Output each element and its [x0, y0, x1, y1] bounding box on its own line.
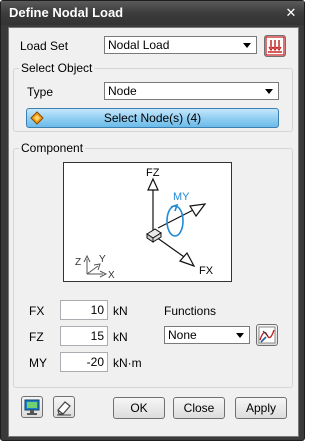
node-select-icon	[30, 111, 44, 125]
title-bar[interactable]: Define Nodal Load ✕	[1, 1, 304, 25]
chevron-down-icon	[236, 333, 244, 338]
chevron-down-icon	[243, 43, 251, 48]
dialog-window: Define Nodal Load ✕ Load Set Nodal Load …	[0, 0, 305, 441]
type-value: Node	[108, 84, 137, 98]
functions-label: Functions	[164, 304, 217, 318]
functions-dropdown[interactable]: None	[164, 326, 250, 344]
axis-y-label: Y	[99, 254, 106, 265]
eraser-button[interactable]	[53, 396, 75, 418]
my-unit: kN·m	[113, 356, 142, 370]
fx-unit: kN	[113, 304, 128, 318]
display-button[interactable]	[21, 396, 43, 418]
fz-label: FZ	[29, 330, 44, 344]
load-set-manager-button[interactable]	[264, 35, 286, 57]
close-button[interactable]: Close	[173, 397, 225, 419]
chevron-down-icon	[265, 89, 273, 94]
fx-label: FX	[29, 304, 45, 318]
my-diagram-label: MY	[173, 191, 190, 203]
load-arrows-icon	[265, 36, 285, 56]
my-input[interactable]: -20	[60, 352, 108, 372]
fz-input[interactable]: 15	[60, 326, 108, 346]
type-label: Type	[27, 85, 54, 99]
function-editor-button[interactable]	[256, 324, 278, 346]
ok-button[interactable]: OK	[113, 397, 165, 419]
monitor-icon	[24, 399, 40, 415]
load-set-dropdown[interactable]: Nodal Load	[104, 36, 257, 54]
load-set-label: Load Set	[20, 39, 69, 53]
dialog-title: Define Nodal Load	[9, 5, 124, 20]
axis-z-label: Z	[75, 257, 81, 268]
close-icon[interactable]: ✕	[282, 4, 300, 21]
load-component-diagram: FZ MY FX Z Y X	[63, 162, 232, 282]
functions-value: None	[168, 328, 197, 342]
dialog-body: Load Set Nodal Load Select Object Type N…	[8, 27, 299, 437]
select-nodes-button[interactable]: Select Node(s) (4)	[26, 108, 279, 128]
select-object-title: Select Object	[19, 61, 95, 75]
component-title: Component	[19, 141, 86, 155]
axis-x-label: X	[108, 270, 115, 281]
apply-button[interactable]: Apply	[235, 397, 287, 419]
fz-diagram-label: FZ	[146, 167, 160, 179]
eraser-icon	[57, 401, 71, 416]
fx-input[interactable]: 10	[60, 300, 108, 320]
function-graph-icon	[258, 326, 276, 344]
load-set-value: Nodal Load	[108, 38, 170, 52]
type-dropdown[interactable]: Node	[104, 82, 279, 100]
fx-diagram-label: FX	[199, 265, 214, 277]
fz-unit: kN	[113, 330, 128, 344]
my-label: MY	[29, 356, 47, 370]
select-nodes-label: Select Node(s) (4)	[103, 111, 202, 125]
